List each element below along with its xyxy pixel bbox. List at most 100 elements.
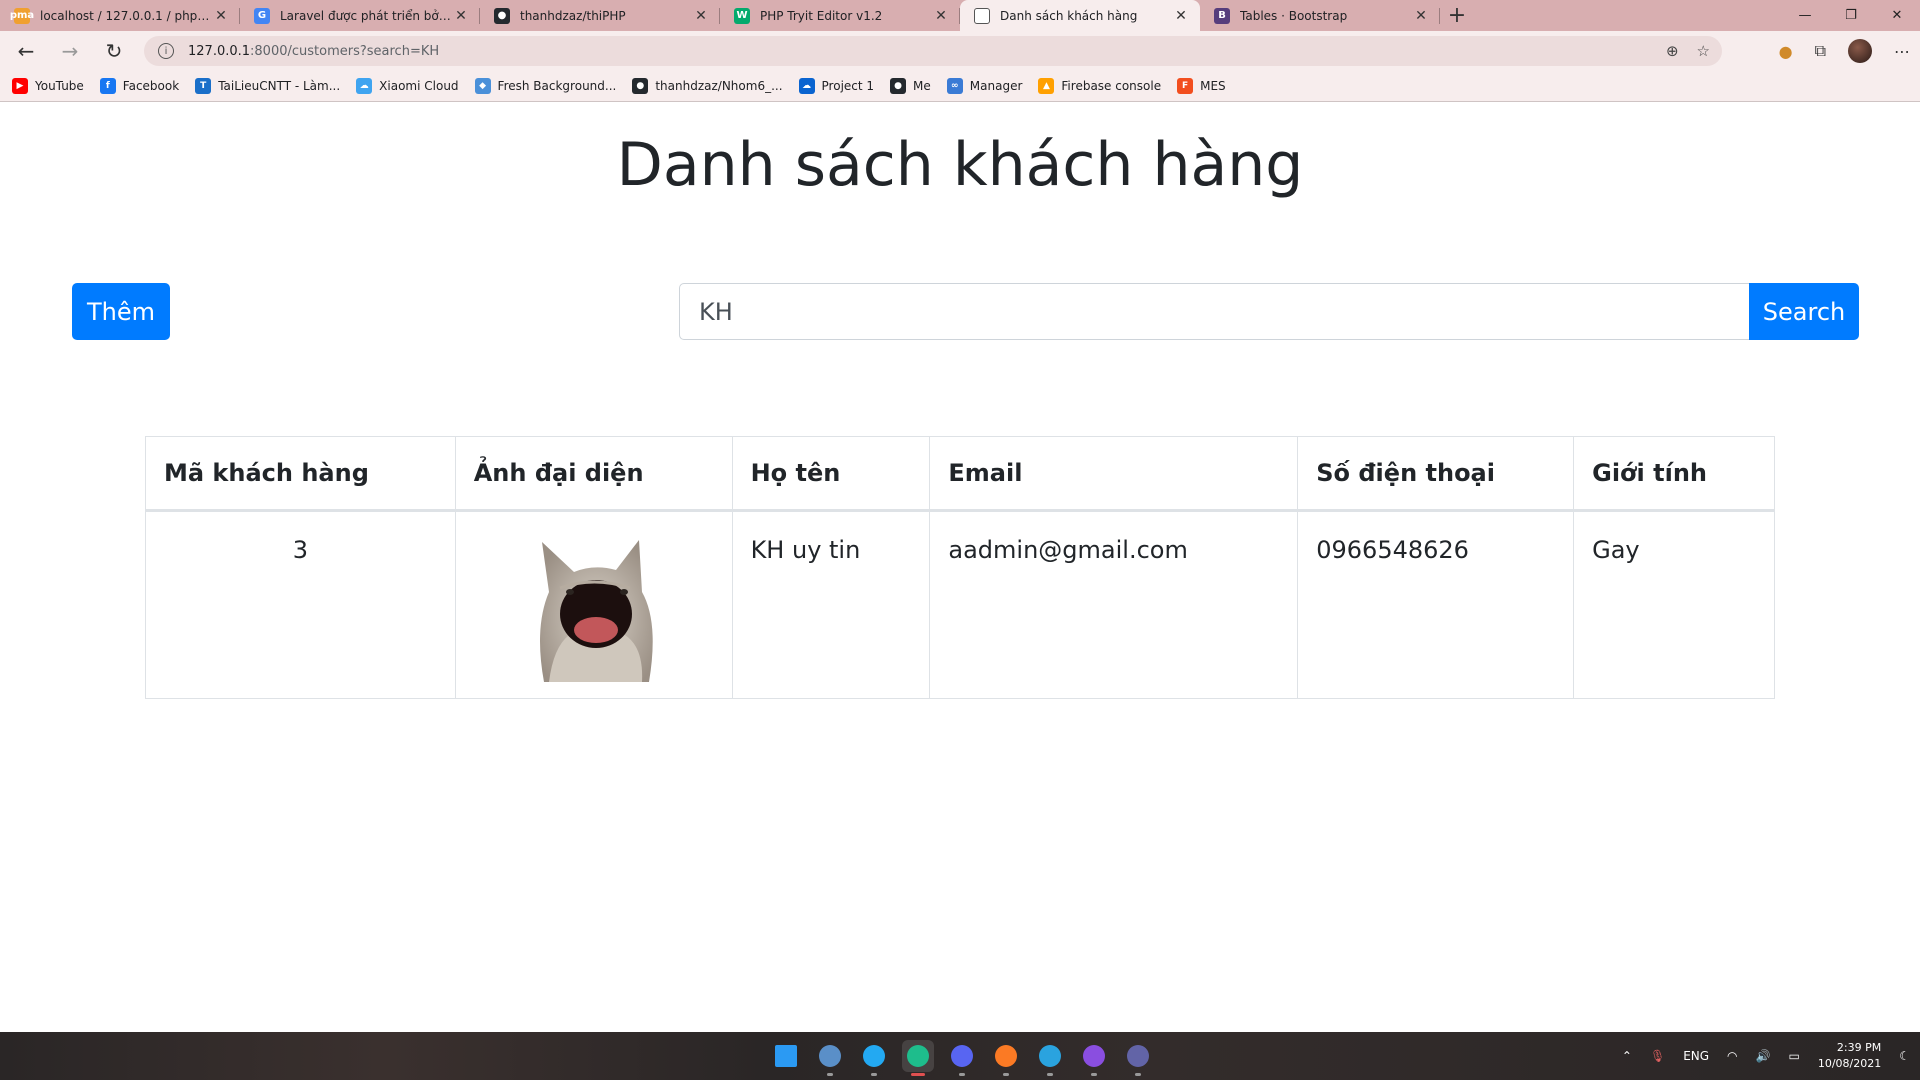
bookmark-item[interactable]: ▶ YouTube — [12, 78, 84, 94]
bookmark-item[interactable]: f Facebook — [99, 78, 179, 94]
running-indicator — [1135, 1073, 1141, 1076]
google-icon: G — [254, 7, 270, 24]
running-indicator — [911, 1073, 925, 1076]
telegram-icon[interactable] — [1034, 1040, 1066, 1076]
browser-tab[interactable]: B Tables · Bootstrap ✕ — [1200, 0, 1440, 31]
minimize-button[interactable]: — — [1782, 0, 1828, 31]
discord-icon[interactable] — [946, 1040, 978, 1076]
menu-icon[interactable]: ⋯ — [1894, 42, 1910, 61]
browser-tab[interactable]: ● thanhdzaz/thiPHP ✕ — [480, 0, 720, 31]
close-tab-icon[interactable]: ✕ — [1412, 8, 1430, 24]
header-avatar: Ảnh đại diện — [454, 436, 733, 512]
bookmark-item[interactable]: F MES — [1177, 78, 1226, 94]
clock[interactable]: 2:39 PM 10/08/2021 — [1818, 1040, 1881, 1072]
tab-title: PHP Tryit Editor v1.2 — [760, 8, 883, 23]
add-customer-button[interactable]: Thêm — [72, 283, 170, 340]
vscode-icon[interactable] — [858, 1040, 890, 1076]
app-glyph — [863, 1045, 885, 1067]
close-tab-icon[interactable]: ✕ — [692, 8, 710, 24]
clock-time: 2:39 PM — [1836, 1041, 1882, 1054]
address-bar[interactable]: i 127.0.0.1:8000/customers?search=KH ⊕ ☆ — [144, 36, 1722, 66]
new-tab-button[interactable]: + — [1442, 0, 1472, 31]
clock-date: 10/08/2021 — [1817, 1057, 1882, 1070]
battery-icon[interactable]: ▭ — [1788, 1049, 1799, 1063]
bookmark-item[interactable]: ● Me — [890, 78, 931, 94]
notifications-icon[interactable]: ☾ — [1899, 1049, 1910, 1063]
volume-icon[interactable]: 🔊 — [1756, 1049, 1771, 1063]
github-icon: ● — [632, 78, 649, 94]
header-customer-id: Mã khách hàng — [145, 436, 456, 512]
tray-overflow-icon[interactable]: ⌃ — [1622, 1049, 1632, 1063]
bookmark-item[interactable]: T TaiLieuCNTT - Làm... — [195, 78, 340, 94]
header-email: Email — [929, 436, 1299, 512]
bookmark-item[interactable]: ☁ Xiaomi Cloud — [356, 78, 459, 94]
restore-button[interactable]: ❐ — [1828, 0, 1874, 31]
browser-tab[interactable]: W PHP Tryit Editor v1.2 ✕ — [720, 0, 960, 31]
running-indicator — [1003, 1073, 1009, 1076]
bookmark-label: MES — [1200, 79, 1226, 93]
page-icon — [974, 7, 990, 24]
search-button[interactable]: Search — [1749, 283, 1859, 340]
reload-button[interactable]: ↻ — [96, 33, 132, 69]
edge-icon[interactable] — [902, 1040, 934, 1076]
header-full-name: Họ tên — [731, 436, 931, 512]
bookmark-item[interactable]: ◆ Fresh Background... — [474, 78, 616, 94]
extensions-icon[interactable]: ⧉ — [1815, 41, 1826, 61]
cell-full-name: KH uy tin — [731, 510, 931, 699]
browser-tab[interactable]: Danh sách khách hàng ✕ — [960, 0, 1200, 31]
app-glyph — [1083, 1045, 1105, 1067]
phpmyadmin-icon: pma — [10, 7, 34, 24]
start-icon[interactable] — [770, 1040, 802, 1072]
profile-avatar[interactable] — [1848, 39, 1872, 63]
cell-email: aadmin@gmail.com — [929, 510, 1299, 699]
site-info-icon[interactable]: i — [158, 43, 174, 59]
table-row: 3 KH uy tin aadmin@gmail.com 0966548626 … — [145, 510, 1775, 699]
close-window-button[interactable]: ✕ — [1874, 0, 1920, 31]
cell-phone: 0966548626 — [1297, 510, 1575, 699]
bookmark-label: YouTube — [35, 79, 84, 93]
browser-tab[interactable]: G Laravel được phát triển bởi ? - Tì✕ — [240, 0, 480, 31]
tab-strip: pmalocalhost / 127.0.0.1 / php2 / cus✕ GL… — [0, 0, 1440, 31]
xampp-icon[interactable] — [990, 1040, 1022, 1076]
back-button[interactable]: ← — [8, 33, 44, 69]
cookie-extension-icon[interactable]: ● — [1779, 42, 1793, 61]
facebook-icon: f — [99, 78, 116, 94]
customers-table: Mã khách hàng Ảnh đại diện Họ tên Email … — [145, 436, 1775, 699]
language-indicator[interactable]: ENG — [1683, 1049, 1709, 1063]
cell-avatar — [454, 510, 733, 699]
microphone-icon[interactable]: 🎙 — [1650, 1049, 1665, 1063]
tab-title: Danh sách khách hàng — [1000, 8, 1138, 23]
bookmark-item[interactable]: ▲ Firebase console — [1038, 78, 1161, 94]
cloud-icon: ☁ — [356, 78, 373, 94]
header-phone: Số điện thoại — [1297, 436, 1575, 512]
browser-tab[interactable]: pma localhost / 127.0.0.1 / php2 / cus✕ — [0, 0, 240, 31]
tab-title: Laravel được phát triển bởi ? - Tì — [280, 8, 452, 23]
close-tab-icon[interactable]: ✕ — [932, 8, 950, 24]
youtube-icon: ▶ — [12, 78, 28, 94]
app-glyph — [907, 1045, 929, 1067]
close-tab-icon[interactable]: ✕ — [1172, 8, 1190, 24]
wifi-icon[interactable]: ◠ — [1727, 1049, 1737, 1063]
close-tab-icon[interactable]: ✕ — [212, 8, 230, 24]
forward-button[interactable]: → — [52, 33, 88, 69]
tab-title: thanhdzaz/thiPHP — [520, 8, 626, 23]
teams-icon[interactable] — [1122, 1040, 1154, 1076]
github-desktop-icon[interactable] — [1078, 1040, 1110, 1076]
running-indicator — [1047, 1073, 1053, 1076]
photos-icon[interactable] — [814, 1040, 846, 1076]
app-glyph — [1039, 1045, 1061, 1067]
zoom-icon[interactable]: ⊕ — [1666, 42, 1679, 60]
page-title: Danh sách khách hàng — [616, 130, 1304, 200]
link-icon: ∞ — [946, 78, 963, 94]
search-input[interactable]: KH — [679, 283, 1750, 340]
system-tray: ⌃ 🎙 ENG ◠ 🔊 ▭ 2:39 PM 10/08/2021 ☾ — [1622, 1032, 1910, 1080]
bookmark-item[interactable]: ● thanhdzaz/Nhom6_... — [632, 78, 783, 94]
favorite-star-icon[interactable]: ☆ — [1697, 42, 1710, 60]
close-tab-icon[interactable]: ✕ — [452, 8, 470, 24]
table-header-row: Mã khách hàng Ảnh đại diện Họ tên Email … — [145, 436, 1775, 512]
bookmark-item[interactable]: ☁ Project 1 — [798, 78, 874, 94]
tab-separator — [1439, 8, 1440, 24]
address-path: :8000/customers?search=KH — [250, 43, 440, 59]
running-indicator — [827, 1073, 833, 1076]
bookmark-item[interactable]: ∞ Manager — [946, 78, 1022, 94]
